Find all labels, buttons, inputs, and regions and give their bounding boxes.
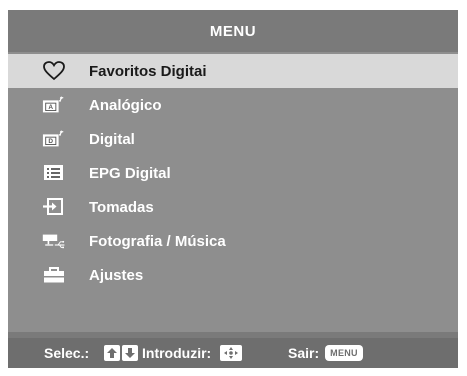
heart-icon — [42, 60, 66, 82]
menu-title-bar: MENU — [8, 10, 458, 52]
menu-key-icon: MENU — [325, 345, 363, 361]
menu-item-label: EPG Digital — [89, 164, 171, 182]
epg-list-icon — [42, 162, 66, 184]
menu-item-favoritos-digitai[interactable]: Favoritos Digitai — [8, 54, 458, 88]
menu-item-label: Favoritos Digitai — [89, 62, 207, 80]
menu-item-label: Ajustes — [89, 266, 144, 284]
menu-item-fotografia-musica[interactable]: Fotografia / Música — [8, 224, 458, 258]
up-arrow-key-icon — [104, 345, 120, 361]
usb-icon — [42, 230, 66, 252]
menu-item-ajustes[interactable]: Ajustes — [8, 258, 458, 292]
down-arrow-key-icon — [122, 345, 138, 361]
svg-text:A: A — [48, 104, 53, 111]
menu-title: MENU — [209, 22, 257, 40]
menu-item-label: Analógico — [89, 96, 162, 114]
menu-item-digital[interactable]: D Digital — [8, 122, 458, 156]
exit-hint-label: Sair: — [288, 345, 320, 361]
analog-tv-icon: A — [42, 94, 66, 116]
svg-text:D: D — [48, 138, 53, 145]
select-hint-label: Selec.: — [44, 345, 90, 361]
footer-help-bar: Selec.: Introduzir: Sair: MENU — [8, 338, 458, 368]
enter-key-icon — [220, 345, 242, 361]
menu-item-label: Fotografia / Música — [89, 232, 226, 250]
menu-window: MENU Favoritos Digitai A Analógico D Dig… — [8, 10, 458, 368]
input-arrow-icon — [42, 196, 66, 218]
enter-hint-label: Introduzir: — [142, 345, 212, 361]
menu-item-analogico[interactable]: A Analógico — [8, 88, 458, 122]
menu-item-label: Tomadas — [89, 198, 154, 216]
menu-item-label: Digital — [89, 130, 135, 148]
digital-tv-icon: D — [42, 128, 66, 150]
menu-list: Favoritos Digitai A Analógico D Digital … — [8, 52, 458, 332]
menu-item-epg-digital[interactable]: EPG Digital — [8, 156, 458, 190]
toolbox-icon — [42, 264, 66, 286]
menu-item-tomadas[interactable]: Tomadas — [8, 190, 458, 224]
